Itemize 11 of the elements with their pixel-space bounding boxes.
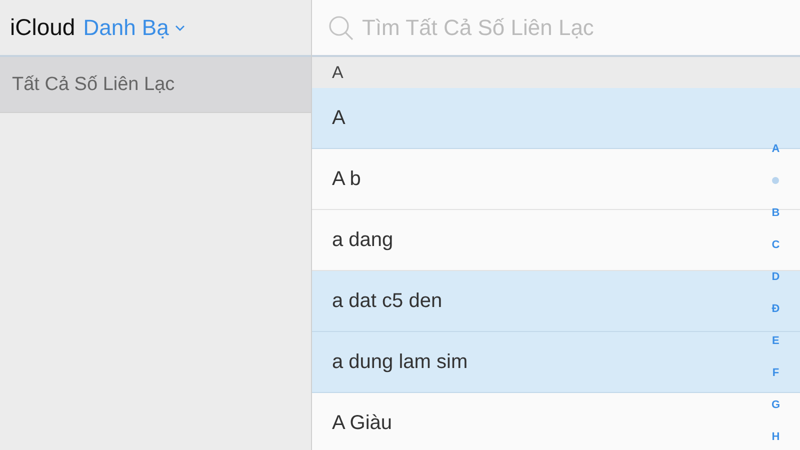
index-letter[interactable]: Đ [772,293,780,325]
index-letter[interactable]: C [772,229,780,261]
chevron-down-icon [174,24,185,30]
sidebar-item[interactable]: Tất Cả Số Liên Lạc [0,57,311,113]
index-letter[interactable]: F [772,357,780,389]
index-letter[interactable]: H [772,421,780,450]
section-header: A [312,57,800,88]
app-menu-button[interactable]: Danh Bạ [83,14,185,40]
brand-title: iCloud [10,14,76,41]
search-icon [328,14,354,40]
search-field[interactable]: Tìm Tất Cả Số Liên Lạc [360,14,800,42]
